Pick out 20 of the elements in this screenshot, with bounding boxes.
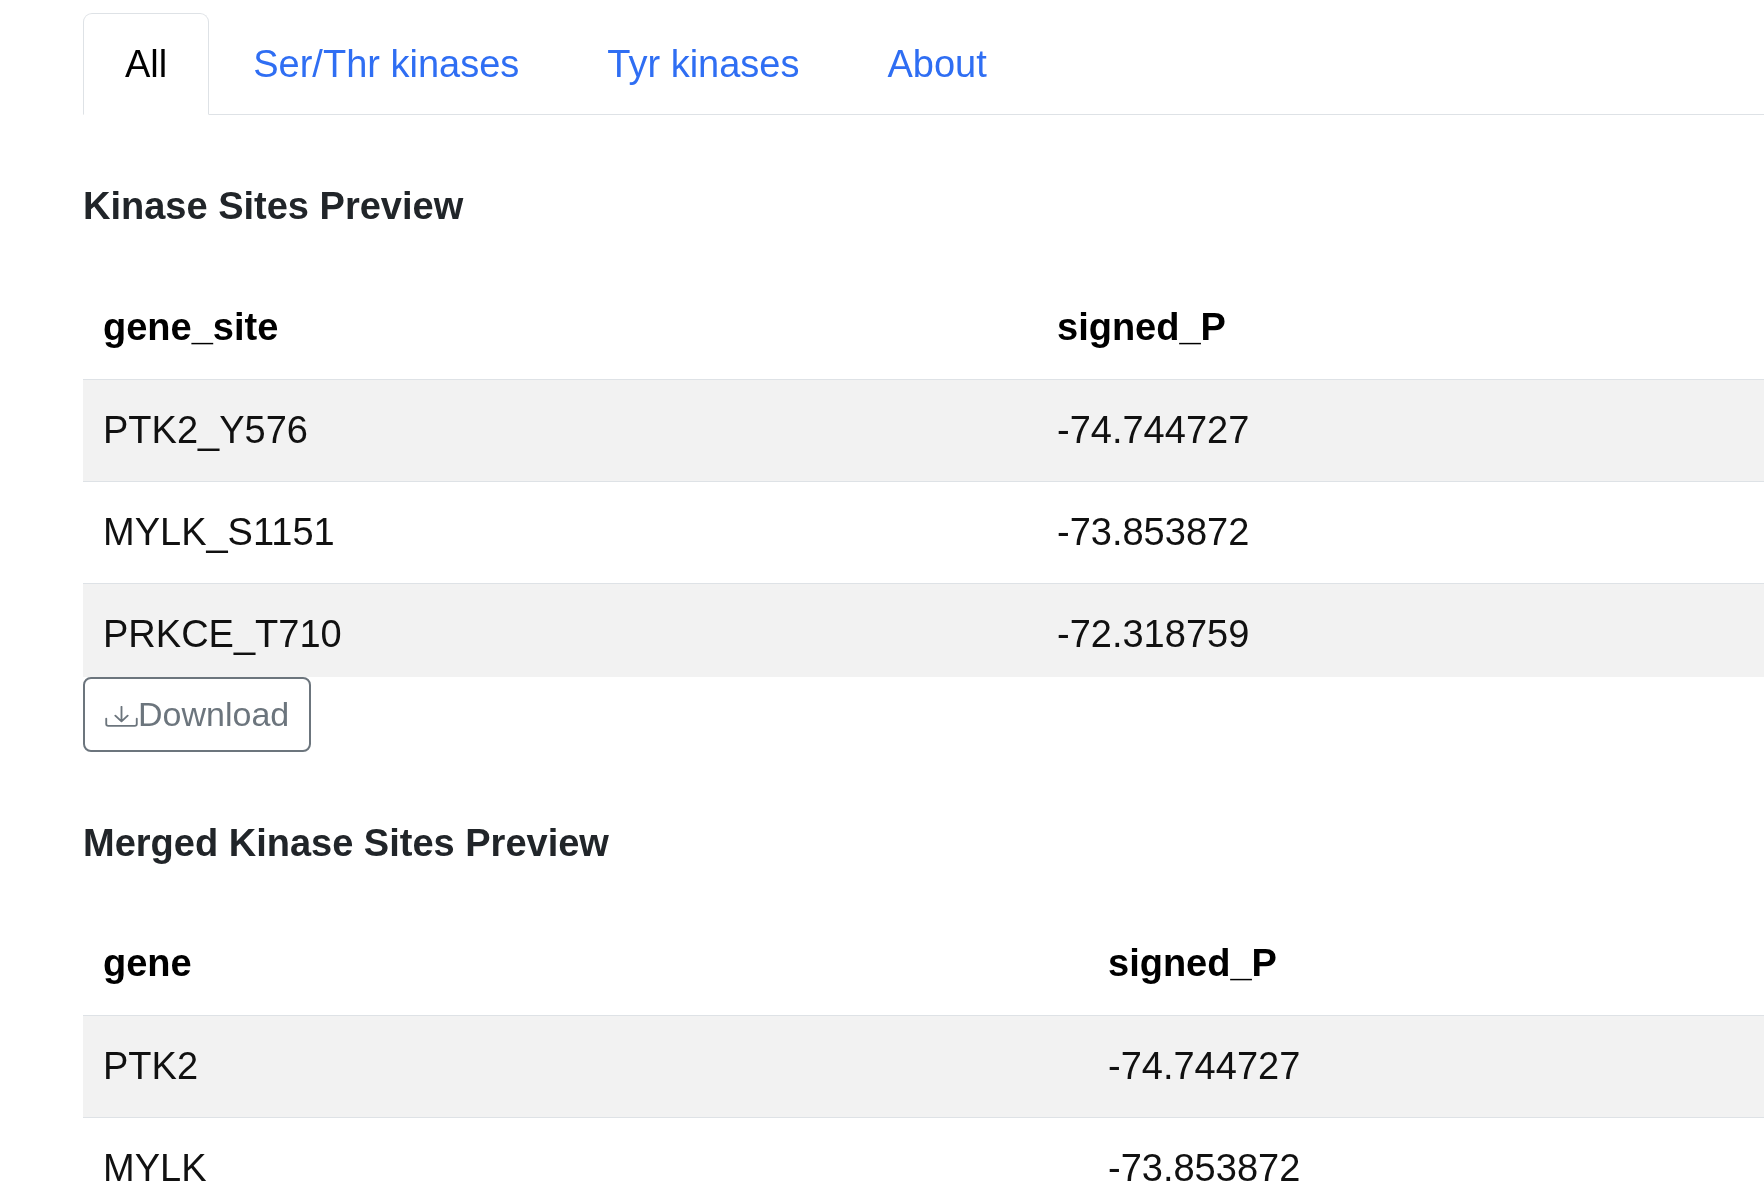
section-heading: Kinase Sites Preview bbox=[83, 184, 465, 229]
download-button[interactable]: Download bbox=[83, 676, 312, 752]
column-header: signed_P bbox=[1037, 276, 1764, 380]
table-cell: PTK2 bbox=[83, 1015, 1088, 1118]
table-cell: -73.853872 bbox=[1037, 481, 1764, 584]
table-cell: -72.318759 bbox=[1037, 583, 1764, 677]
tab[interactable]: Tyr kinases bbox=[563, 13, 844, 115]
table-cell: PTK2_Y576 bbox=[83, 379, 1037, 482]
tab[interactable]: Ser/Thr kinases bbox=[209, 13, 564, 115]
table-cell: -74.744727 bbox=[1088, 1015, 1764, 1118]
tab[interactable]: About bbox=[843, 13, 1031, 115]
section-heading: Merged Kinase Sites Preview bbox=[83, 820, 610, 866]
column-header: gene_site bbox=[83, 276, 1037, 380]
column-header: signed_P bbox=[1088, 913, 1764, 1016]
table-cell: PRKCE_T710 bbox=[83, 583, 1037, 677]
table-cell: -74.744727 bbox=[1037, 379, 1764, 482]
column-header: gene bbox=[83, 913, 1088, 1016]
tab[interactable]: All bbox=[83, 13, 210, 115]
download-icon bbox=[105, 705, 138, 727]
table-cell: MYLK_S1151 bbox=[83, 481, 1037, 584]
